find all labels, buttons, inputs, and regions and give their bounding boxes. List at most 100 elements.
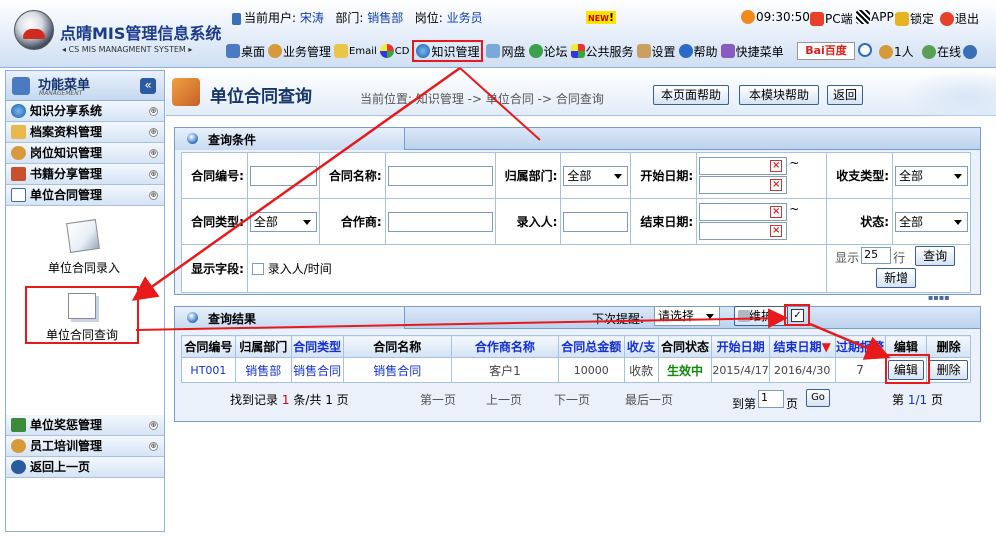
start-date-to[interactable]: × [699,176,788,194]
cell-name[interactable]: 销售合同 [342,357,453,383]
puzzle-icon [570,44,585,58]
io-type-select[interactable]: 全部 [895,165,968,186]
prev-page-link[interactable]: 上一页 [486,391,522,408]
user-icon [268,44,283,58]
dept-select[interactable]: 全部 [563,165,629,186]
maintain-button[interactable]: 维护 [734,306,788,326]
baidu-search[interactable]: Bai百度 [797,42,855,60]
clear-icon[interactable]: × [770,225,783,237]
clear-icon[interactable]: × [770,206,783,218]
last-page-link[interactable]: 最后一页 [625,391,673,408]
search-button[interactable] [858,43,873,57]
cell-no[interactable]: HT001 [181,357,236,383]
col-end[interactable]: 结束日期▼ [768,335,836,358]
email-icon [334,44,349,58]
clock-icon [741,10,755,24]
menu-email[interactable]: Email [334,44,377,58]
menu-help[interactable]: 帮助 [678,43,718,60]
clear-icon[interactable]: × [770,160,783,172]
col-amount[interactable]: 合同总金额 [557,335,625,358]
query-button[interactable]: 查询 [915,246,956,266]
menu-business[interactable]: 业务管理 [268,43,331,60]
module-help-button[interactable]: 本模块帮助 [739,85,819,105]
sidebar-item-contracts[interactable]: 单位合同管理 ⊕ [6,185,164,206]
menu-shortcut[interactable]: 快捷菜单 [720,43,784,60]
col-start[interactable]: 开始日期 [711,335,770,358]
clear-icon[interactable]: × [770,179,783,191]
col-name[interactable]: 合同名称 [342,335,453,358]
current-page: 第 1/1 页 [892,393,943,407]
lock-button[interactable]: 锁定 [895,10,934,27]
next-page-link[interactable]: 下一页 [554,391,590,408]
back-button[interactable]: 返回 [827,85,863,105]
col-dept[interactable]: 归属部门 [234,335,292,358]
contract-name-input[interactable] [387,165,493,186]
dept-label: 归属部门: [494,152,562,199]
sidebar-item-rewards[interactable]: 单位奖惩管理 ⊕ [6,415,164,436]
entered-by-label: 录入人: [494,198,562,245]
display-fields-label: 显示字段: [181,244,248,293]
contract-icon [172,78,200,106]
forum-icon [528,44,543,58]
start-date-from[interactable]: × [699,157,788,175]
col-type[interactable]: 合同类型 [290,335,344,358]
col-status[interactable]: 合同状态 [657,335,713,358]
breadcrumb: 当前位置: 知识管理 -> 单位合同 -> 合同查询 [360,92,604,106]
goto-label: 到第 [732,397,757,411]
reminder-select[interactable]: 请选择 [654,306,720,326]
partner-input[interactable] [387,211,493,232]
current-post: 业务员 [446,11,483,25]
sidebar-item-books[interactable]: 书籍分享管理 ⊕ [6,164,164,185]
menu-icon [12,77,30,95]
qrcode-icon [856,10,870,24]
end-date-to[interactable]: × [699,222,788,240]
new-badge[interactable]: NEW! [586,11,617,24]
partner-label: 合作商: [318,198,386,245]
menu-cd[interactable]: CD [379,44,409,58]
show-count-input[interactable]: 25 [861,247,892,264]
current-user-info: 当前用户: 宋涛 部门: 销售部 岗位: 业务员 [232,9,483,26]
edit-highlight [885,354,930,384]
page-title: 单位合同查询 [210,87,312,107]
entered-by-time-checkbox[interactable] [251,262,264,275]
first-page-link[interactable]: 第一页 [420,391,456,408]
col-io[interactable]: 收/支 [623,335,659,358]
maintain-checkbox[interactable]: ✓ [791,309,804,322]
add-button[interactable]: 新增 [876,268,917,288]
menu-settings[interactable]: 设置 [636,43,676,60]
contract-type-label: 合同类型: [181,198,248,245]
globe-icon [416,44,431,58]
collapse-button[interactable]: « [140,78,156,94]
sidebar-sub-contract-query[interactable]: 单位合同查询 [12,326,152,343]
sidebar-item-training[interactable]: 员工培训管理 ⊕ [6,436,164,457]
table-row: HT001 销售部 销售合同 销售合同 客户1 10000 收款 生效中 201… [181,357,971,383]
contract-no-input[interactable] [249,165,317,186]
contract-type-select[interactable]: 全部 [249,211,317,232]
pc-link[interactable]: PC端 [810,10,853,27]
menu-forum[interactable]: 论坛 [528,43,568,60]
sidebar-sub-contract-entry[interactable]: 单位合同录入 [14,259,154,276]
col-contract-no[interactable]: 合同编号 [181,335,236,358]
menu-netdisk[interactable]: 网盘 [486,43,526,60]
sidebar-item-archive[interactable]: 档案资料管理 ⊕ [6,122,164,143]
menu-desktop[interactable]: 桌面 [226,43,265,60]
exit-button[interactable]: 退出 [940,10,979,27]
menu-public[interactable]: 公共服务 [570,43,634,60]
col-partner[interactable]: 合作商名称 [451,335,559,358]
entered-by-input[interactable] [563,211,629,232]
end-date-from[interactable]: × [699,203,788,221]
goto-page-input[interactable]: 1 [758,390,784,408]
sidebar-item-knowledge-share[interactable]: 知识分享系统 ⊕ [6,101,164,122]
menu-knowledge[interactable]: 知识管理 [412,40,484,62]
status-select[interactable]: 全部 [895,211,968,232]
online-status[interactable]: 在线 [922,43,978,60]
app-link[interactable]: APP [856,10,894,24]
go-button[interactable]: Go [806,389,830,407]
cell-dept: 销售部 [234,357,292,383]
online-count[interactable]: 1人 [879,43,914,60]
sidebar-item-back[interactable]: 返回上一页 [6,457,164,478]
col-alarm[interactable]: 过期报警 [834,335,886,358]
page-help-button[interactable]: 本页面帮助 [653,85,729,105]
sidebar-item-post-knowledge[interactable]: 岗位知识管理 ⊕ [6,143,164,164]
delete-button[interactable]: 删除 [929,360,968,380]
